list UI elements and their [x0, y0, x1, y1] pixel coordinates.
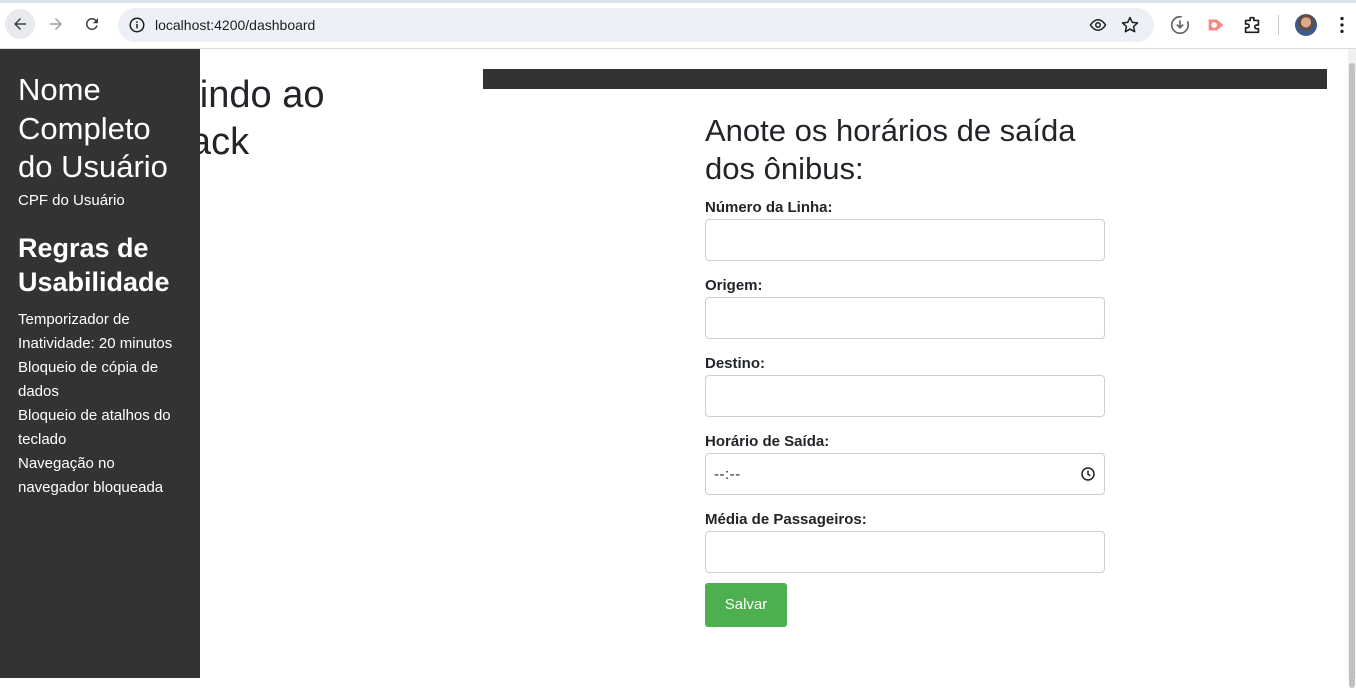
toolbar-divider: [1278, 15, 1279, 35]
eye-icon[interactable]: [1088, 16, 1108, 34]
more-menu-icon[interactable]: [1331, 14, 1353, 36]
destination-field: Destino:: [705, 354, 1105, 417]
tab-strip-edge: [0, 0, 1356, 3]
origin-label: Origem:: [705, 277, 763, 294]
download-icon[interactable]: [1169, 14, 1191, 36]
usability-rules-list: Temporizador de Inatividade: 20 minutos …: [18, 308, 182, 500]
rule-item-navigation-block: Navegação no navegador bloqueada: [18, 454, 164, 496]
user-name: Nome Completo do Usuário: [18, 72, 168, 184]
rule-item-copy-block: Bloqueio de cópia de dados: [18, 358, 159, 400]
origin-input[interactable]: [705, 297, 1105, 339]
back-button[interactable]: [5, 9, 35, 39]
departure-time-label: Horário de Saída:: [705, 433, 830, 450]
line-number-label: Número da Linha:: [705, 199, 833, 216]
arrow-right-icon: [50, 18, 62, 30]
line-number-field: Número da Linha:: [705, 198, 1105, 261]
reload-icon: [85, 17, 98, 30]
extension-record-icon[interactable]: [1205, 14, 1227, 36]
departure-time-input[interactable]: --:--: [705, 453, 1105, 495]
usability-rules-title: Regras de Usabilidade: [18, 232, 170, 297]
arrow-left-icon: [14, 18, 26, 30]
destination-input[interactable]: [705, 375, 1105, 417]
page-scrollbar[interactable]: [1348, 49, 1356, 688]
browser-toolbar: localhost:4200/dashboard: [0, 0, 1356, 49]
rule-item-shortcut-block: Bloqueio de atalhos do teclado: [18, 406, 171, 448]
avg-passengers-label: Média de Passageiros:: [705, 511, 867, 528]
save-button[interactable]: Salvar: [705, 583, 787, 627]
avg-passengers-field: Média de Passageiros:: [705, 510, 1105, 573]
extensions-puzzle-icon[interactable]: [1241, 14, 1263, 36]
rule-item-inactivity-timer: Temporizador de Inatividade: 20 minutos: [18, 310, 173, 352]
scrollbar-thumb[interactable]: [1349, 63, 1355, 688]
origin-field: Origem:: [705, 276, 1105, 339]
reload-button[interactable]: [77, 9, 107, 39]
avg-passengers-input[interactable]: [705, 531, 1105, 573]
line-number-input[interactable]: [705, 219, 1105, 261]
bus-departure-form: Anote os horários de saída dos ônibus: N…: [705, 112, 1105, 627]
header-bar: [483, 69, 1327, 89]
destination-label: Destino:: [705, 355, 765, 372]
profile-avatar[interactable]: [1295, 14, 1317, 36]
time-placeholder: --:--: [714, 465, 741, 483]
url-text[interactable]: localhost:4200/dashboard: [155, 17, 315, 33]
user-cpf: CPF do Usuário: [18, 191, 125, 209]
address-bar[interactable]: localhost:4200/dashboard: [118, 8, 1154, 42]
bookmark-star-icon[interactable]: [1120, 15, 1140, 35]
clock-icon[interactable]: [1080, 466, 1096, 482]
site-info-icon[interactable]: [128, 16, 146, 34]
forward-button[interactable]: [41, 9, 71, 39]
sidebar: Nome Completo do Usuário CPF do Usuário …: [0, 49, 200, 678]
departure-time-field: Horário de Saída: --:--: [705, 432, 1105, 495]
form-title: Anote os horários de saída dos ônibus:: [705, 113, 1076, 186]
